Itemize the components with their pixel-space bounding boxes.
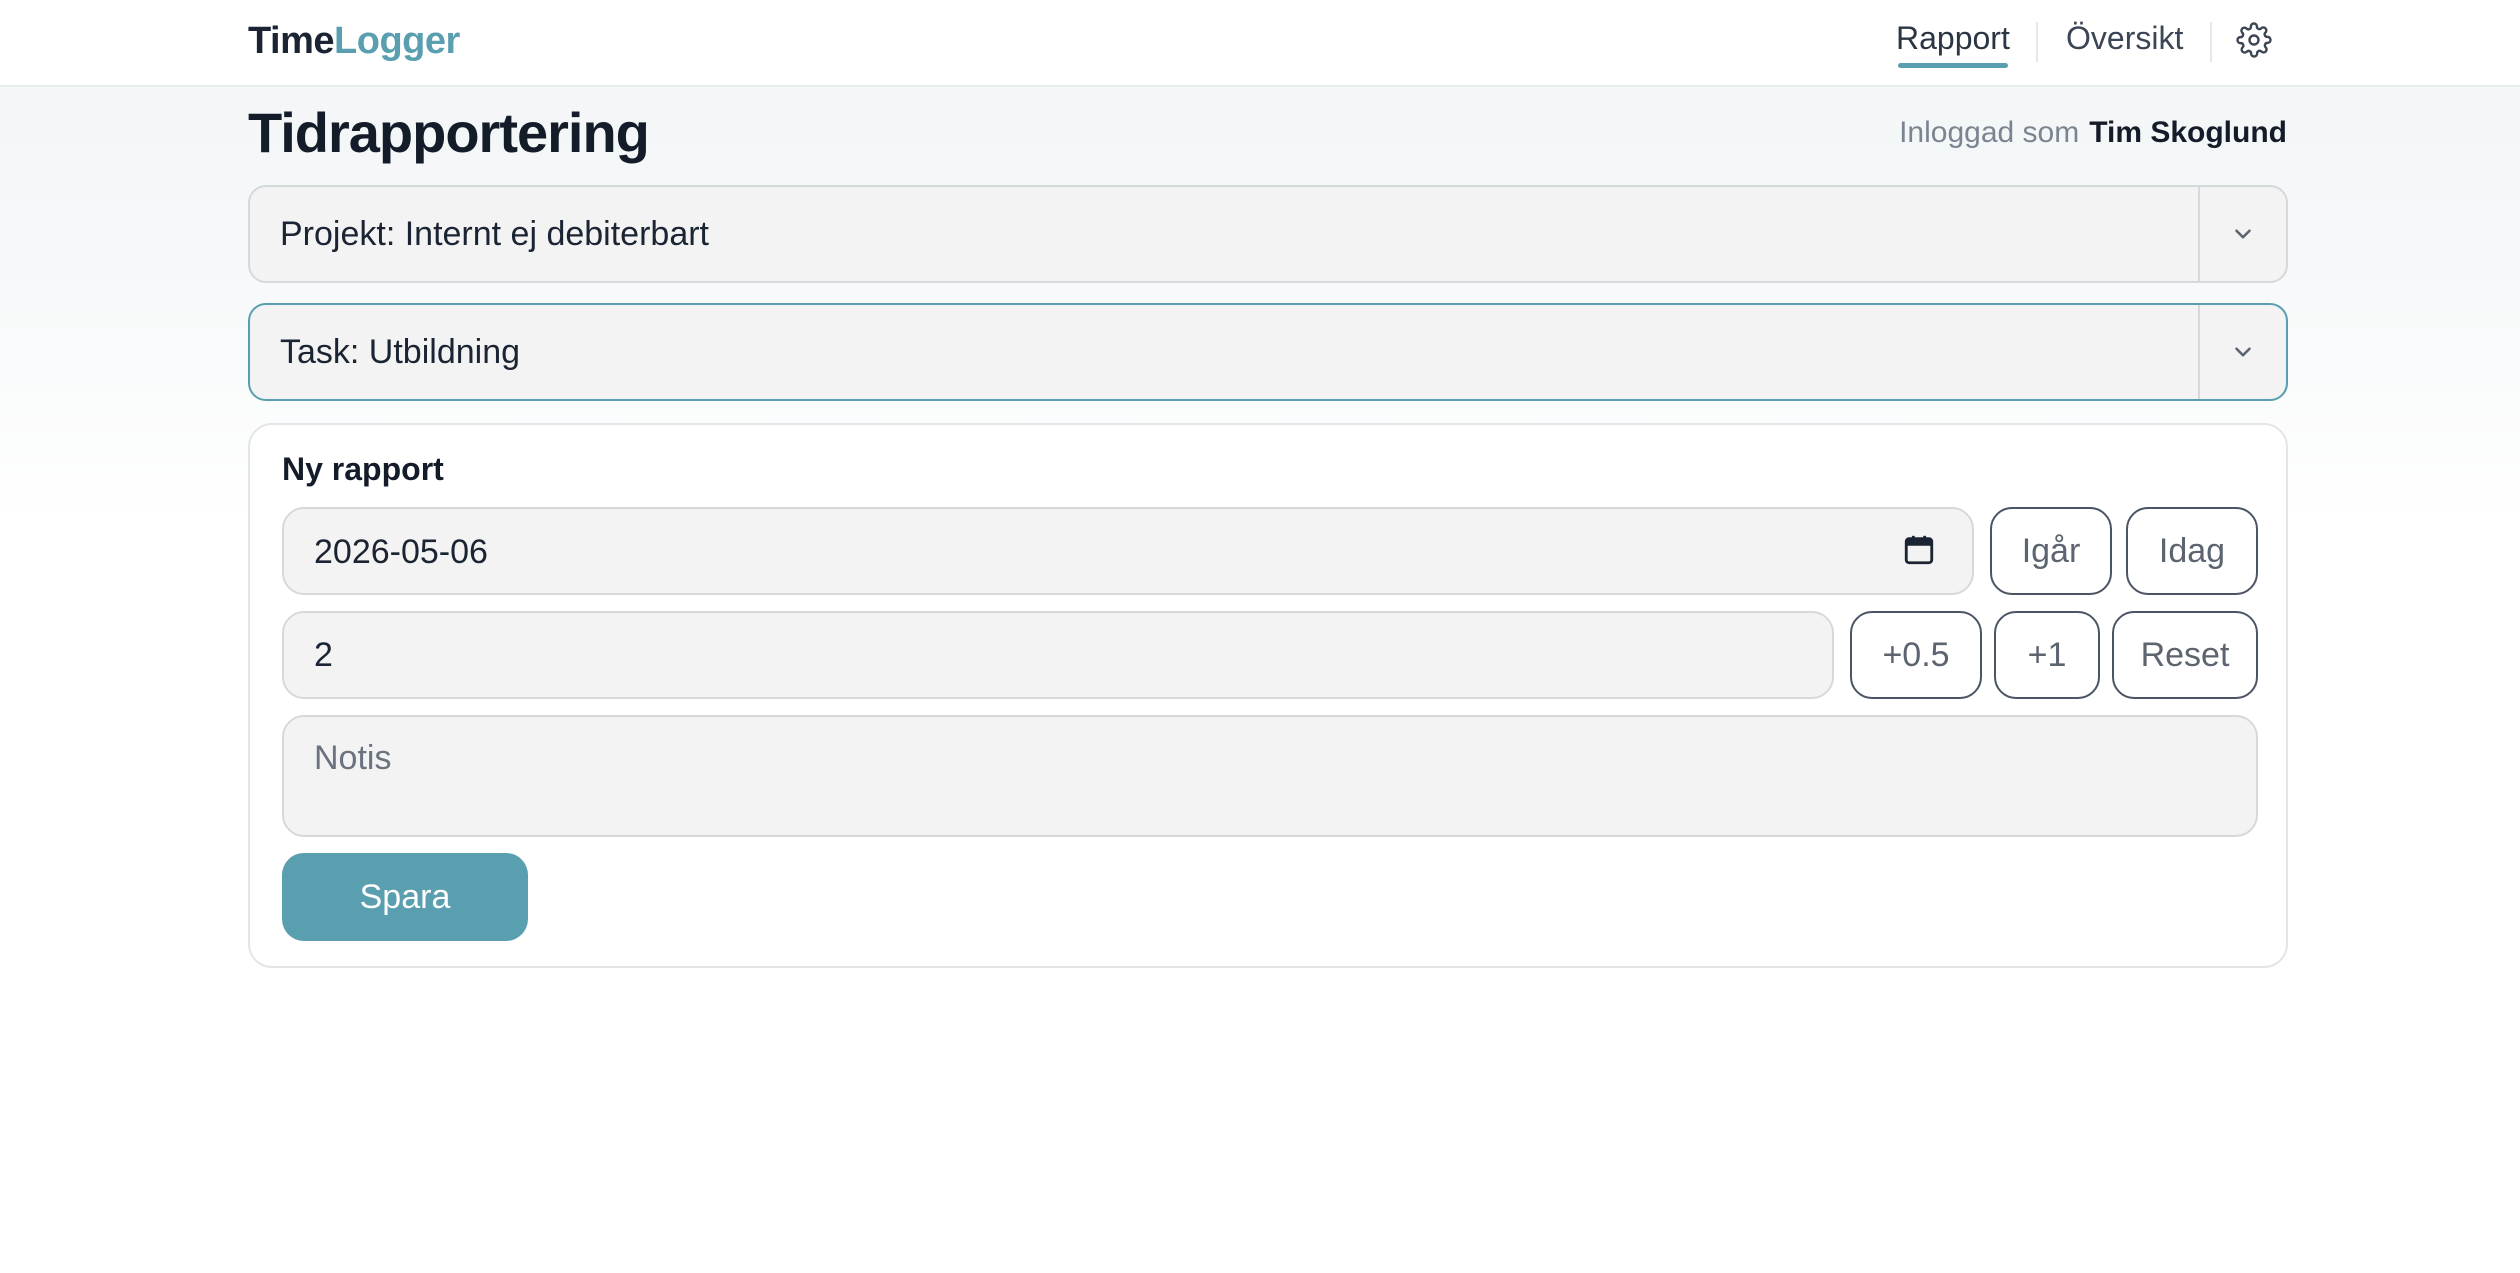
nav-link-rapport[interactable]: Rapport	[1896, 20, 2010, 68]
project-select[interactable]: Projekt: Internt ej debiterbart	[248, 185, 2288, 283]
user-name: Tim Skoglund	[2089, 116, 2287, 149]
task-select-value: Task: Utbildning	[280, 333, 521, 371]
hours-input[interactable]	[282, 611, 1834, 699]
nav-separator	[2036, 22, 2038, 62]
chevron-down-icon[interactable]	[2230, 221, 2256, 247]
select-divider	[2198, 305, 2200, 399]
logged-in-info: Inloggad som Tim Skoglund	[1899, 116, 2287, 150]
date-value: 2026-05-06	[314, 533, 488, 571]
select-divider	[2198, 187, 2200, 281]
app-logo[interactable]: TimeLogger	[248, 20, 460, 63]
today-button[interactable]: Idag	[2126, 507, 2258, 595]
logged-in-label: Inloggad som	[1899, 116, 2080, 149]
notes-textarea[interactable]	[282, 715, 2258, 837]
nav-link-oversikt[interactable]: Översikt	[2066, 20, 2183, 57]
add-half-hour-button[interactable]: +0.5	[1850, 611, 1982, 699]
reset-hours-button[interactable]: Reset	[2112, 611, 2258, 699]
yesterday-button[interactable]: Igår	[1990, 507, 2112, 595]
logo-text-time: Time	[248, 20, 335, 62]
date-input[interactable]: 2026-05-06	[282, 507, 1974, 595]
page-title: Tidrapportering	[248, 101, 650, 164]
add-one-hour-button[interactable]: +1	[1994, 611, 2100, 699]
top-navigation-bar: TimeLogger Rapport Översikt	[0, 0, 2520, 87]
card-title: Ny rapport	[282, 451, 444, 487]
active-tab-indicator	[1898, 63, 2008, 68]
nav-label-oversikt: Översikt	[2066, 20, 2184, 56]
nav-label-rapport: Rapport	[1896, 20, 2010, 56]
new-report-card: Ny rapport 2026-05-06 Igår Idag +0.5 +1 …	[248, 423, 2288, 968]
chevron-down-icon[interactable]	[2230, 339, 2256, 365]
nav-separator	[2210, 22, 2212, 62]
task-select[interactable]: Task: Utbildning	[248, 303, 2288, 401]
logo-text-logger: Logger	[334, 20, 460, 62]
calendar-icon[interactable]	[1902, 533, 1936, 567]
save-button[interactable]: Spara	[282, 853, 528, 941]
project-select-value: Projekt: Internt ej debiterbart	[280, 215, 710, 253]
gear-icon[interactable]	[2236, 22, 2272, 58]
